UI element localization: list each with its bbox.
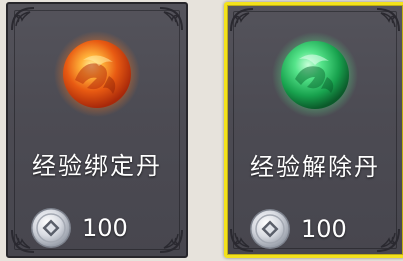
item-name: 经验解除丹 bbox=[250, 153, 380, 181]
item-card-exp-unbind-pill[interactable]: 经验解除丹 100 bbox=[224, 2, 403, 258]
price-row: 100 bbox=[30, 206, 128, 250]
corner-ornament bbox=[159, 229, 183, 253]
corner-ornament bbox=[376, 8, 400, 32]
corner-ornament bbox=[159, 7, 183, 31]
price-value: 100 bbox=[301, 215, 347, 243]
silver-coin-icon bbox=[250, 209, 290, 249]
fire-orb-icon bbox=[54, 31, 140, 117]
item-card-exp-bind-pill[interactable]: 经验绑定丹 100 bbox=[6, 2, 188, 258]
corner-ornament bbox=[376, 228, 400, 252]
jade-orb-icon bbox=[272, 32, 358, 118]
silver-coin-icon bbox=[31, 208, 71, 248]
corner-ornament bbox=[11, 7, 35, 31]
price-row: 100 bbox=[249, 207, 347, 251]
item-name: 经验绑定丹 bbox=[32, 152, 162, 180]
price-value: 100 bbox=[82, 214, 128, 242]
corner-ornament bbox=[230, 8, 254, 32]
